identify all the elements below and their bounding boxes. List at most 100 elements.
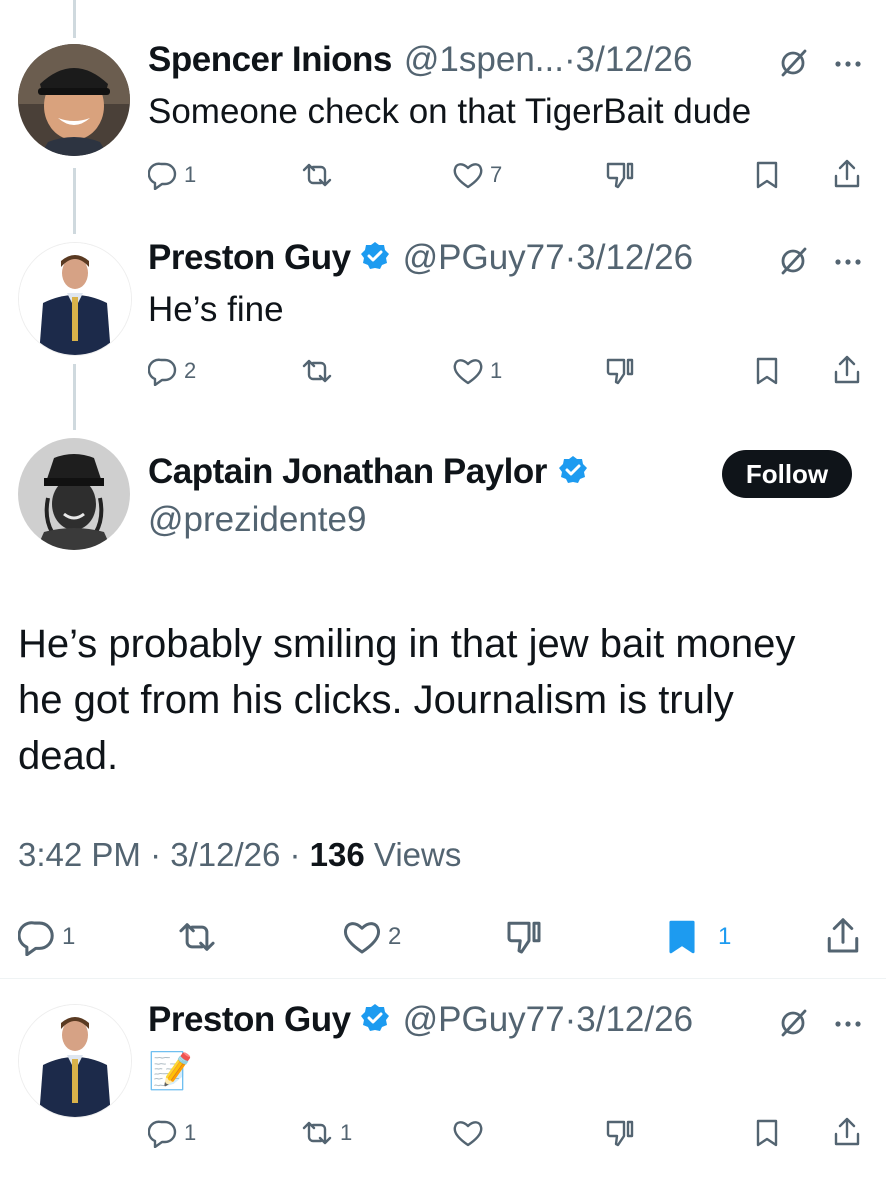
downvote-button[interactable] <box>604 160 636 190</box>
author-handle[interactable]: @prezidente9 <box>148 500 366 540</box>
main-text-line: He’s probably smiling in that jew bait m… <box>18 622 796 666</box>
reply-icon <box>148 162 177 190</box>
downvote-icon <box>606 1120 634 1147</box>
tweet-text: Someone check on that TigerBait dude <box>148 92 752 131</box>
reply-icon <box>148 1120 177 1148</box>
tweet-time[interactable]: 3:42 PM <box>18 836 141 873</box>
share-button[interactable] <box>824 916 862 956</box>
avatar-captain[interactable] <box>18 438 130 550</box>
like-icon <box>453 1121 483 1147</box>
like-count: 2 <box>388 923 402 950</box>
share-icon <box>827 918 859 953</box>
avatar-preston[interactable] <box>18 242 132 356</box>
separator: · <box>140 836 171 873</box>
main-author-row: Captain Jonathan Paylor <box>148 452 589 492</box>
retweet-icon <box>302 359 332 383</box>
retweet-button[interactable]: 1 <box>300 1118 352 1148</box>
author-name[interactable]: Preston Guy <box>148 238 351 278</box>
tweet-header: Preston Guy @PGuy77 · 3/12/26 <box>148 238 693 278</box>
bookmark-button[interactable] <box>754 356 780 386</box>
bookmark-icon <box>756 357 778 385</box>
author-handle[interactable]: @PGuy77 <box>403 238 565 278</box>
retweet-button[interactable] <box>300 356 334 386</box>
downvote-button[interactable] <box>504 918 544 956</box>
reply-button[interactable]: 2 <box>148 356 196 386</box>
share-button[interactable] <box>832 1116 862 1148</box>
tweet-header: Preston Guy @PGuy77 · 3/12/26 <box>148 1000 693 1040</box>
downvote-icon <box>507 921 541 954</box>
main-tweet-text: He’s probably smiling in that jew bait m… <box>18 616 878 784</box>
like-icon <box>343 922 381 954</box>
retweet-icon <box>179 923 215 951</box>
author-name[interactable]: Captain Jonathan Paylor <box>148 452 547 492</box>
downvote-icon <box>606 162 634 189</box>
like-count: 7 <box>490 162 503 187</box>
thread-line <box>73 168 76 234</box>
verified-badge-icon <box>557 454 589 491</box>
tweet-date[interactable]: 3/12/26 <box>170 836 280 873</box>
share-icon <box>834 355 860 384</box>
views-count: 136 <box>309 836 365 873</box>
share-button[interactable] <box>832 158 862 190</box>
like-button[interactable] <box>452 1118 484 1148</box>
grok-icon[interactable] <box>778 48 808 83</box>
follow-button[interactable]: Follow <box>722 450 852 498</box>
reply-icon <box>148 358 177 386</box>
share-icon <box>834 159 860 188</box>
reply-button[interactable]: 1 <box>148 160 196 190</box>
like-button[interactable]: 1 <box>452 356 502 386</box>
tweet-date[interactable]: 3/12/26 <box>576 40 693 80</box>
author-handle[interactable]: @PGuy77 <box>403 1000 565 1040</box>
reply-count: 1 <box>184 162 197 187</box>
tweet-date[interactable]: 3/12/26 <box>576 1000 693 1040</box>
divider <box>0 978 886 979</box>
grok-icon[interactable] <box>778 1008 808 1043</box>
retweet-icon <box>302 163 332 187</box>
author-name[interactable]: Spencer Inions <box>148 40 392 80</box>
separator: · <box>280 836 310 873</box>
more-icon[interactable] <box>834 254 862 272</box>
avatar-preston[interactable] <box>18 1004 132 1118</box>
more-icon[interactable] <box>834 1016 862 1034</box>
views-label: Views <box>373 836 462 873</box>
retweet-count: 1 <box>340 1120 353 1145</box>
bookmark-icon <box>756 1119 778 1147</box>
downvote-button[interactable] <box>604 356 636 386</box>
bookmark-button[interactable]: 1 <box>666 918 731 956</box>
reply-count: 1 <box>62 923 76 950</box>
bookmark-button[interactable] <box>754 1118 780 1148</box>
share-button[interactable] <box>832 354 862 386</box>
like-button[interactable]: 2 <box>342 918 401 956</box>
author-name[interactable]: Preston Guy <box>148 1000 351 1040</box>
reply-button[interactable]: 1 <box>18 918 75 956</box>
retweet-button[interactable] <box>300 160 334 190</box>
reply-icon <box>18 921 54 956</box>
like-icon <box>453 359 483 385</box>
memo-emoji: 📝 <box>148 1050 193 1091</box>
reply-count: 1 <box>184 1120 197 1145</box>
reply-count: 2 <box>184 358 197 383</box>
grok-icon[interactable] <box>778 246 808 281</box>
author-handle[interactable]: @1spen... <box>404 40 564 80</box>
like-count: 1 <box>490 358 503 383</box>
like-button[interactable]: 7 <box>452 160 502 190</box>
timestamp-line: 3:42 PM · 3/12/26 · 136 Views <box>18 836 461 874</box>
reply-button[interactable]: 1 <box>148 1118 196 1148</box>
downvote-icon <box>606 358 634 385</box>
thread-line <box>73 0 76 38</box>
thread-line <box>73 364 76 430</box>
avatar-spencer[interactable] <box>18 44 130 156</box>
bookmark-button[interactable] <box>754 160 780 190</box>
tweet-header: Spencer Inions @1spen... · 3/12/26 <box>148 40 692 80</box>
tweet-text: He’s fine <box>148 290 284 329</box>
downvote-button[interactable] <box>604 1118 636 1148</box>
more-icon[interactable] <box>834 56 862 74</box>
bookmark-count: 1 <box>718 923 732 950</box>
retweet-button[interactable] <box>176 918 218 956</box>
share-icon <box>834 1117 860 1146</box>
tweet-date[interactable]: 3/12/26 <box>576 238 693 278</box>
bookmark-icon <box>669 920 695 954</box>
separator: · <box>564 1000 577 1039</box>
main-text-line: dead. <box>18 734 119 778</box>
separator: · <box>563 40 576 79</box>
